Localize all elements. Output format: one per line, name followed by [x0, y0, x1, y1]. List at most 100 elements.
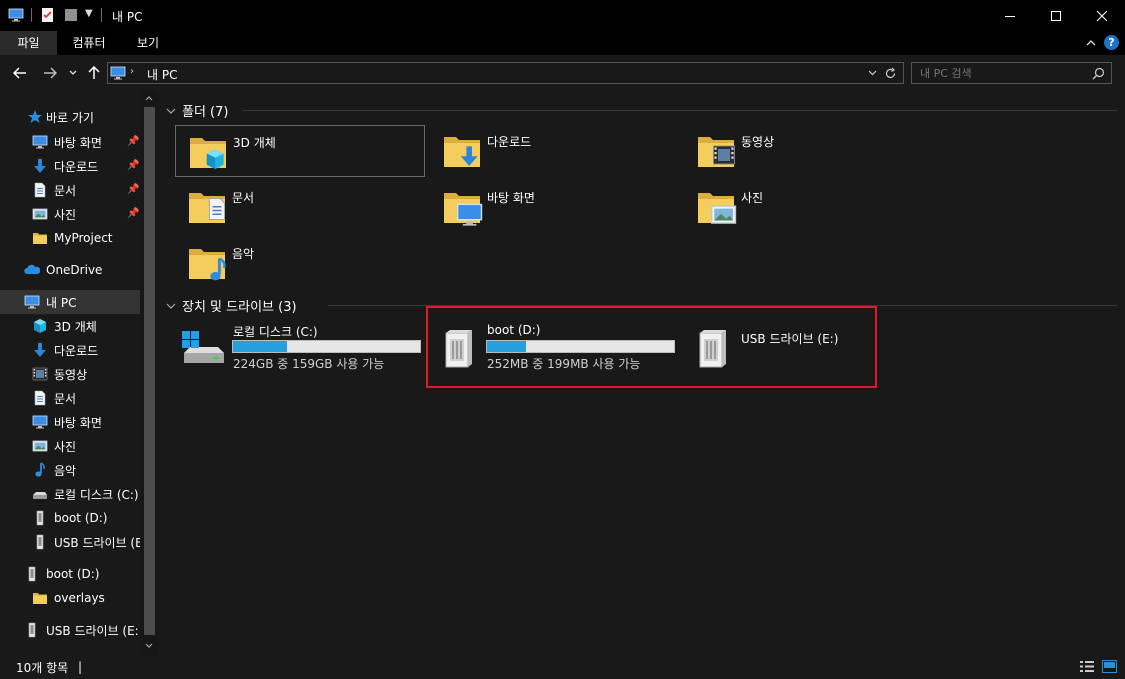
sidebar-item-local-disk-c[interactable]: 로컬 디스크 (C:): [0, 482, 140, 506]
drive-usage-bar: [486, 340, 675, 353]
sidebar-item-pictures[interactable]: 사진: [0, 202, 140, 226]
removable-drive-icon: [434, 329, 480, 369]
folder-tile-3d-objects[interactable]: 3D 개체: [175, 125, 425, 177]
address-dropdown-icon[interactable]: [868, 70, 877, 76]
folder-tile-music[interactable]: 음악: [175, 237, 424, 289]
close-button[interactable]: [1079, 0, 1125, 31]
downloads-folder-icon: [440, 129, 484, 173]
ribbon-tabs: 파일 컴퓨터 보기 ?: [0, 31, 1125, 55]
tab-computer[interactable]: 컴퓨터: [57, 31, 121, 55]
properties-icon[interactable]: [40, 7, 56, 23]
back-button[interactable]: [10, 63, 30, 83]
drive-usage-bar: [232, 340, 421, 353]
sidebar-item-overlays[interactable]: overlays: [0, 586, 140, 610]
folder-tile-videos[interactable]: 동영상: [684, 125, 933, 177]
refresh-icon[interactable]: [884, 67, 897, 80]
sidebar-item-this-pc[interactable]: 내 PC: [0, 290, 140, 314]
scroll-up-icon[interactable]: [145, 95, 153, 101]
this-pc-icon[interactable]: [8, 7, 24, 23]
sidebar-item-pc-pictures[interactable]: 사진: [0, 434, 140, 458]
tab-view[interactable]: 보기: [121, 31, 175, 55]
folder-tile-downloads[interactable]: 다운로드: [430, 125, 679, 177]
chevron-down-icon: [166, 108, 176, 114]
folder-tile-pictures[interactable]: 사진: [684, 181, 933, 233]
sidebar-item-boot-d[interactable]: boot (D:): [0, 506, 140, 530]
folder-tile-documents[interactable]: 문서: [175, 181, 424, 233]
up-button[interactable]: [85, 63, 103, 83]
removable-drive-icon: [32, 510, 48, 526]
drive-usage-fill: [487, 341, 527, 352]
address-bar[interactable]: › 내 PC: [107, 62, 904, 84]
sidebar-item-pc-desktop[interactable]: 바탕 화면: [0, 410, 140, 434]
sidebar-item-pc-downloads[interactable]: 다운로드: [0, 338, 140, 362]
local-disk-icon: [32, 486, 48, 502]
sidebar-item-3d-objects[interactable]: 3D 개체: [0, 314, 140, 338]
download-icon: [32, 158, 48, 174]
documents-folder-icon: [185, 185, 226, 229]
maximize-icon: [1051, 10, 1061, 21]
tab-file[interactable]: 파일: [0, 31, 57, 55]
search-box[interactable]: [911, 62, 1112, 84]
sidebar-item-onedrive[interactable]: OneDrive: [0, 258, 140, 282]
large-icons-view-icon[interactable]: [1102, 660, 1117, 673]
navigation-bar: › 내 PC: [0, 55, 1125, 91]
sidebar-item-documents[interactable]: 문서: [0, 178, 140, 202]
video-icon: [32, 366, 48, 382]
search-icon[interactable]: [1092, 67, 1105, 80]
drive-tile-usb-e[interactable]: USB 드라이브 (E:): [684, 321, 929, 377]
breadcrumb-chevron-icon[interactable]: ›: [130, 66, 134, 77]
title-separator: [101, 8, 102, 22]
sidebar-item-usb-root[interactable]: USB 드라이브 (E:): [0, 618, 140, 642]
folder-tile-desktop[interactable]: 바탕 화면: [430, 181, 679, 233]
sidebar-item-myproject[interactable]: MyProject: [0, 226, 140, 250]
breadcrumb-current[interactable]: 내 PC: [147, 66, 177, 83]
folders-group-header[interactable]: 폴더 (7): [166, 101, 228, 120]
star-icon: [27, 109, 43, 125]
new-folder-icon[interactable]: [63, 7, 79, 23]
sidebar-item-videos[interactable]: 동영상: [0, 362, 140, 386]
quick-access-separator: [31, 8, 32, 22]
drive-usage-fill: [233, 341, 288, 352]
cloud-icon: [24, 262, 40, 278]
removable-drive-icon: [32, 534, 48, 550]
sidebar-item-boot-root[interactable]: boot (D:): [0, 562, 140, 586]
sidebar-item-quick-access[interactable]: 바로 가기: [0, 105, 140, 129]
folder-icon: [32, 590, 48, 606]
forward-arrow-icon: [44, 67, 57, 79]
details-view-icon[interactable]: [1080, 660, 1094, 673]
document-icon: [32, 182, 48, 198]
scroll-down-icon[interactable]: [145, 643, 153, 649]
desktop-icon: [32, 414, 48, 430]
drives-group-header[interactable]: 장치 및 드라이브 (3): [166, 296, 297, 315]
forward-button[interactable]: [40, 63, 60, 83]
sidebar-item-desktop[interactable]: 바탕 화면: [0, 130, 140, 154]
help-icon[interactable]: ?: [1104, 35, 1119, 50]
picture-icon: [32, 438, 48, 454]
music-folder-icon: [185, 241, 226, 282]
sidebar-item-usb-e[interactable]: USB 드라이브 (E:): [0, 530, 140, 554]
search-input[interactable]: [920, 65, 1080, 81]
collapse-ribbon-icon[interactable]: [1085, 38, 1097, 48]
title-bar: ▼ 내 PC: [0, 0, 1125, 31]
drive-tile-boot-d[interactable]: boot (D:) 252MB 중 199MB 사용 가능: [430, 321, 675, 377]
sidebar-item-pc-documents[interactable]: 문서: [0, 386, 140, 410]
sidebar-item-music[interactable]: 음악: [0, 458, 140, 482]
navigation-pane: 바로 가기 바탕 화면 📌 다운로드 📌 문서 📌 사진 📌 MyProject…: [0, 91, 160, 655]
recent-locations-button[interactable]: [66, 63, 80, 83]
desktop-icon: [32, 134, 48, 150]
picture-icon: [32, 206, 48, 222]
close-icon: [1096, 10, 1108, 21]
drive-tile-local-disk-c[interactable]: 로컬 디스크 (C:) 224GB 중 159GB 사용 가능: [176, 321, 421, 377]
maximize-button[interactable]: [1033, 0, 1079, 31]
sidebar-item-downloads[interactable]: 다운로드: [0, 154, 140, 178]
3d-objects-icon: [32, 318, 48, 334]
sidebar-scroll-thumb[interactable]: [144, 107, 155, 635]
pin-icon: 📌: [127, 160, 140, 171]
group-divider: [328, 305, 1118, 306]
minimize-button[interactable]: [987, 0, 1033, 31]
download-icon: [32, 342, 48, 358]
back-arrow-icon: [13, 67, 26, 79]
this-pc-icon: [110, 65, 126, 81]
customize-quick-access-icon[interactable]: ▼: [85, 8, 93, 19]
status-separator: |: [78, 660, 83, 674]
